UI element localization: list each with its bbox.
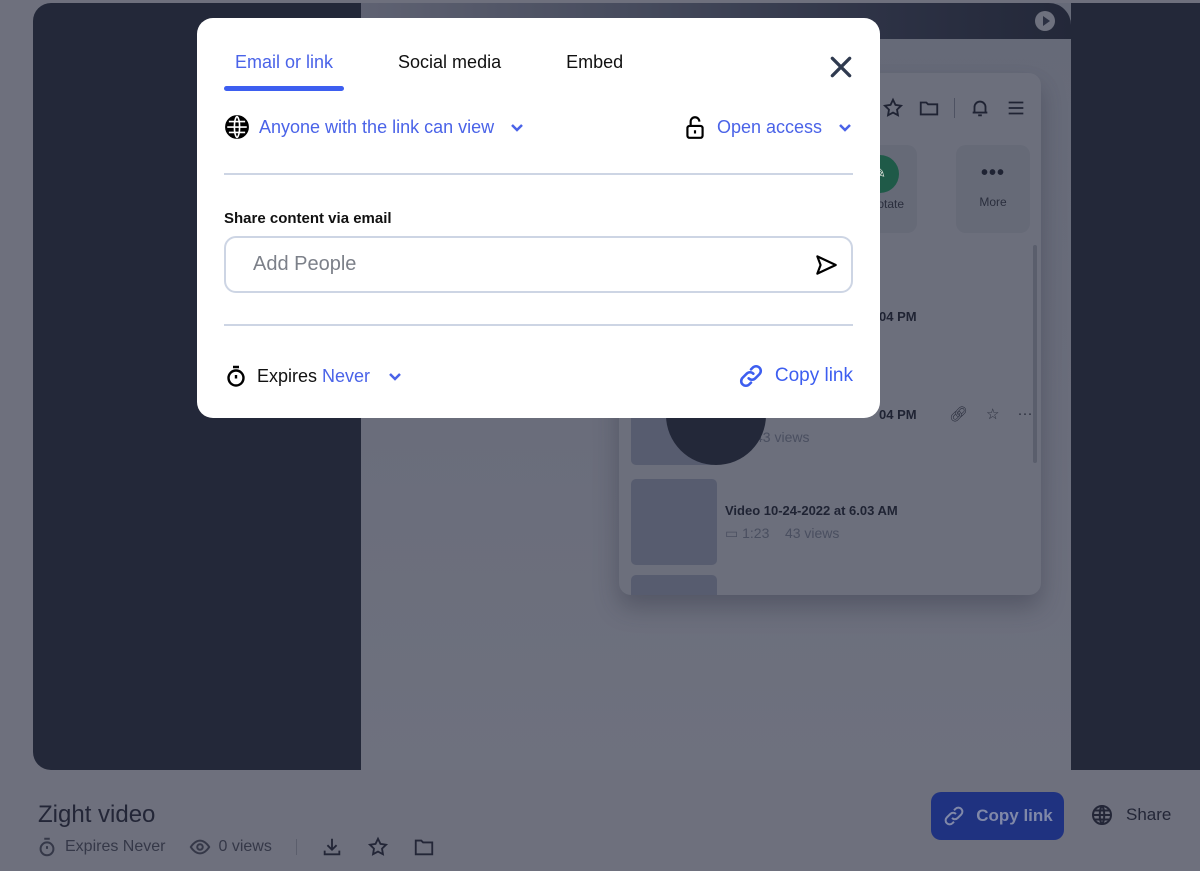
more-label: More xyxy=(979,195,1007,209)
zight-logo-icon xyxy=(1035,11,1055,31)
inner-toolbar xyxy=(882,97,1027,119)
globe-icon xyxy=(1092,805,1112,825)
more-dots-icon: ••• xyxy=(980,162,1005,184)
more-card: ••• More xyxy=(956,145,1030,233)
chevron-down-icon xyxy=(839,124,851,132)
expires-value: Never xyxy=(322,365,371,386)
list-item: Video 10-24-2022 at 6.03 AM ▭ 1:23 43 vi… xyxy=(631,479,1031,565)
download-icon[interactable] xyxy=(321,836,343,858)
menu-icon xyxy=(1008,101,1024,115)
toolbar-separator xyxy=(954,98,955,118)
stopwatch-icon xyxy=(39,837,55,857)
star-icon[interactable] xyxy=(367,836,389,858)
eye-icon xyxy=(190,839,211,855)
list-item-duration: 1:23 xyxy=(742,525,770,541)
list-item-thumbnail xyxy=(631,575,717,595)
tab-embed[interactable]: Embed xyxy=(555,52,634,73)
share-button-label: Share xyxy=(1126,805,1172,824)
expires-text: Expires Never xyxy=(65,838,166,855)
video-meta-row: Expires Never 0 views xyxy=(36,836,435,858)
video-camera-icon: ▭ xyxy=(725,525,739,541)
copy-link-label: Copy link xyxy=(774,365,853,386)
list-item xyxy=(631,575,1031,595)
list-item-meta: ▭ 1:23 43 views xyxy=(725,525,839,542)
list-item-title: Video 10-24-2022 at 6.03 AM xyxy=(725,503,898,518)
video-action-icons xyxy=(321,836,435,858)
tab-email-or-link[interactable]: Email or link xyxy=(224,52,345,91)
access-level-value: Open access xyxy=(716,116,822,137)
inner-scrollbar xyxy=(1033,245,1037,463)
star-icon xyxy=(882,97,904,117)
list-item-title: 04 PM xyxy=(879,407,917,422)
expires-label: Expires xyxy=(257,365,318,386)
views-info: 0 views xyxy=(189,836,272,858)
footer-row: Expires Never Copy link xyxy=(224,361,853,391)
link-icon: 🔗︎ xyxy=(949,406,969,423)
list-item-thumbnail xyxy=(631,479,717,565)
share-tabs: Email or link Social media Embed xyxy=(224,52,677,91)
chevron-down-icon xyxy=(389,373,401,381)
views-text: 0 views xyxy=(218,838,272,855)
bell-icon xyxy=(972,100,988,117)
chevron-down-icon xyxy=(511,124,524,132)
permissions-row: Anyone with the link can view Open acces… xyxy=(224,112,853,142)
copy-link-button[interactable]: Copy link xyxy=(931,792,1064,840)
copy-link-action[interactable]: Copy link xyxy=(737,362,853,390)
stopwatch-icon xyxy=(227,365,245,387)
list-item-views: 43 views xyxy=(784,525,840,541)
globe-icon xyxy=(225,115,249,139)
video-title: Zight video xyxy=(38,801,156,828)
close-icon[interactable] xyxy=(828,54,854,80)
expires-dropdown[interactable]: Expires Never xyxy=(224,364,403,388)
folder-icon xyxy=(919,101,939,116)
share-modal: Email or link Social media Embed Anyone … xyxy=(197,18,880,418)
send-icon[interactable] xyxy=(813,252,839,278)
view-permission-dropdown[interactable]: Anyone with the link can view xyxy=(224,114,525,140)
unlock-icon xyxy=(686,116,704,139)
copy-link-button-label: Copy link xyxy=(976,806,1053,825)
email-input-box xyxy=(224,236,853,293)
list-item-title: 04 PM xyxy=(879,309,917,324)
link-icon xyxy=(944,806,964,826)
email-section-label: Share content via email xyxy=(224,210,392,227)
more-icon: ··· xyxy=(1017,405,1033,422)
star-icon: ☆ xyxy=(986,406,1000,423)
folder-icon[interactable] xyxy=(413,836,435,858)
divider xyxy=(224,324,853,326)
list-item-actions: 🔗︎ ☆ ··· xyxy=(949,405,1033,423)
divider xyxy=(224,173,853,175)
share-button[interactable]: Share xyxy=(1090,803,1171,827)
tab-social-media[interactable]: Social media xyxy=(387,52,512,73)
meta-divider xyxy=(295,839,297,855)
access-level-dropdown[interactable]: Open access xyxy=(682,114,853,140)
add-people-input[interactable] xyxy=(226,253,813,276)
expires-info: Expires Never xyxy=(36,836,165,858)
view-permission-value: Anyone with the link can view xyxy=(259,116,495,137)
link-icon xyxy=(739,364,762,388)
